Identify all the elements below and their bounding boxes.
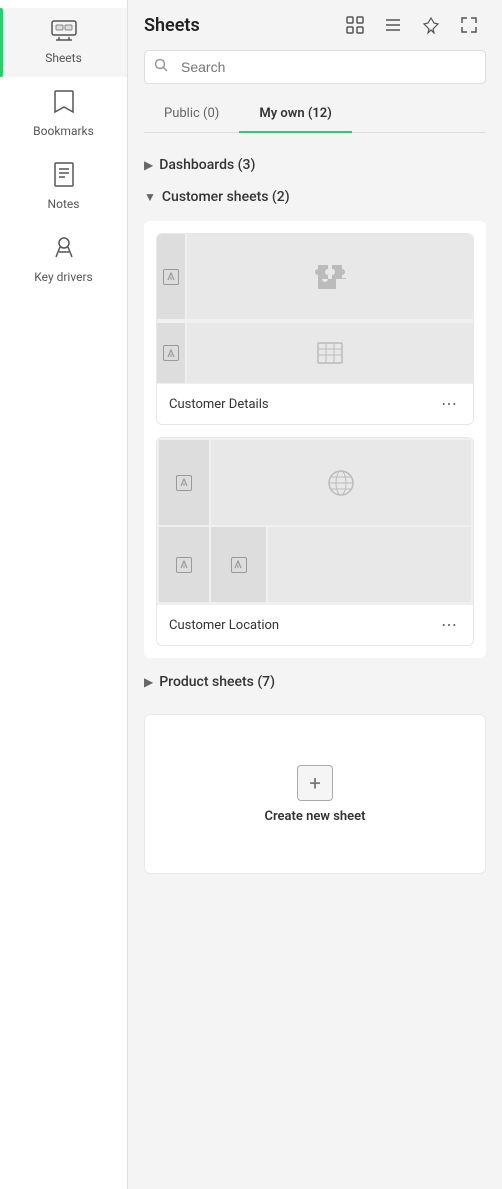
customer-details-name: Customer Details [169, 397, 269, 412]
page-title: Sheets [144, 15, 200, 36]
search-input[interactable] [144, 50, 486, 84]
sheets-icon [51, 20, 77, 47]
customer-details-thumbnail [157, 234, 473, 383]
customer-details-footer: Customer Details ⋯ [157, 383, 473, 424]
sidebar-item-bookmarks[interactable]: Bookmarks [0, 77, 127, 150]
notes-icon [53, 162, 75, 193]
dashboards-section-header[interactable]: ▶ Dashboards (3) [144, 149, 486, 181]
customer-sheets-group: Customer Details ⋯ [144, 221, 486, 658]
sidebar-item-sheets-label: Sheets [45, 51, 82, 65]
bookmarks-icon [53, 89, 75, 120]
expand-button[interactable] [452, 8, 486, 42]
content-area: ▶ Dashboards (3) ▼ Customer sheets (2) [128, 133, 502, 1189]
customer-details-card[interactable]: Customer Details ⋯ [156, 233, 474, 425]
sidebar-item-notes[interactable]: Notes [0, 150, 127, 223]
create-plus-icon: + [297, 765, 333, 801]
pin-button[interactable] [414, 8, 448, 42]
customer-sheets-section-title: Customer sheets (2) [162, 189, 290, 205]
customer-location-name: Customer Location [169, 618, 279, 633]
key-drivers-icon [52, 235, 76, 266]
tab-my-own[interactable]: My own (12) [239, 96, 351, 133]
customer-sheets-section-header[interactable]: ▼ Customer sheets (2) [144, 181, 486, 213]
customer-location-card[interactable]: Customer Location ⋯ [156, 437, 474, 646]
header: Sheets [128, 0, 502, 50]
customer-sheets-chevron-icon: ▼ [144, 190, 156, 204]
header-actions [338, 8, 486, 42]
tabs: Public (0) My own (12) [144, 96, 486, 133]
customer-details-more-button[interactable]: ⋯ [437, 394, 461, 414]
search-bar [144, 50, 486, 84]
sidebar-item-bookmarks-label: Bookmarks [33, 124, 94, 138]
dashboards-section-title: Dashboards (3) [159, 157, 255, 173]
customer-location-footer: Customer Location ⋯ [157, 604, 473, 645]
sidebar-item-sheets[interactable]: Sheets [0, 8, 127, 77]
grid-view-button[interactable] [338, 8, 372, 42]
create-sheet-label: Create new sheet [264, 809, 365, 824]
customer-location-more-button[interactable]: ⋯ [437, 615, 461, 635]
search-icon [154, 58, 168, 76]
main-content: Sheets [128, 0, 502, 1189]
create-sheet-card[interactable]: + Create new sheet [144, 714, 486, 874]
dashboards-chevron-icon: ▶ [144, 158, 153, 172]
product-sheets-section-header[interactable]: ▶ Product sheets (7) [144, 666, 486, 698]
product-sheets-chevron-icon: ▶ [144, 675, 153, 689]
tab-public[interactable]: Public (0) [144, 96, 239, 133]
list-view-button[interactable] [376, 8, 410, 42]
product-sheets-section-title: Product sheets (7) [159, 674, 275, 690]
sidebar-item-key-drivers-label: Key drivers [34, 270, 92, 284]
sidebar-item-notes-label: Notes [48, 197, 80, 211]
sidebar-item-key-drivers[interactable]: Key drivers [0, 223, 127, 296]
customer-location-thumbnail [157, 438, 473, 604]
sidebar: Sheets Bookmarks Notes Key drive [0, 0, 128, 1189]
